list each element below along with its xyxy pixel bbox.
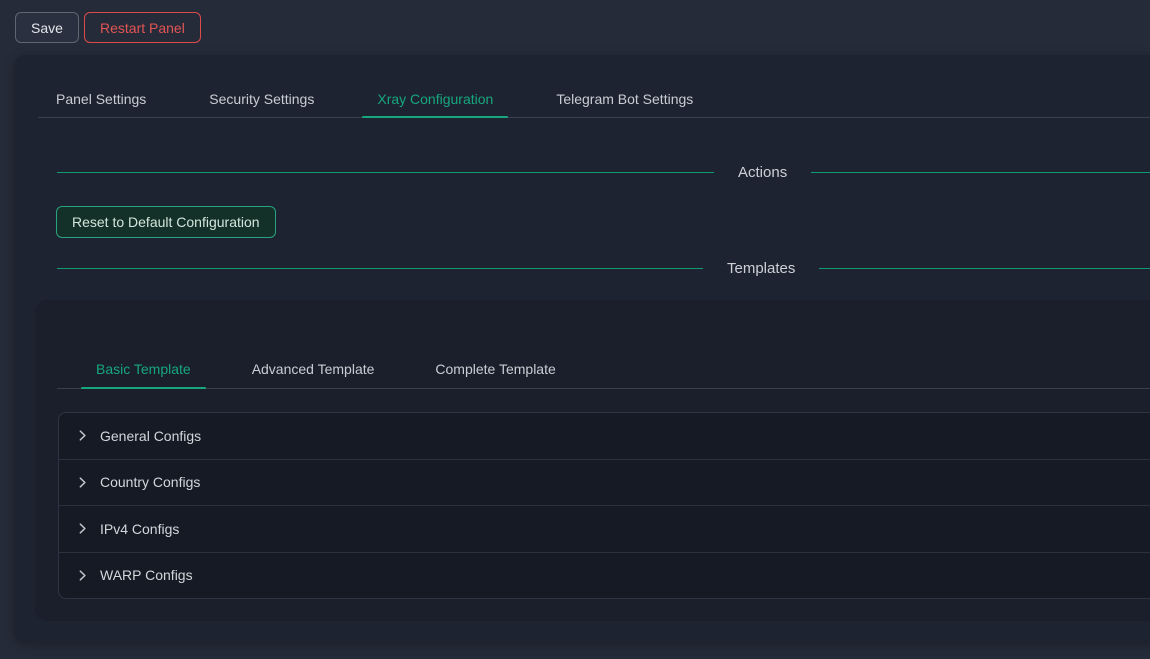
actions-section-divider: Actions (57, 160, 1150, 184)
chevron-right-icon (76, 569, 89, 582)
restart-panel-button[interactable]: Restart Panel (84, 12, 201, 43)
tab-advanced-template[interactable]: Advanced Template (237, 350, 390, 388)
divider-line (57, 172, 714, 173)
tab-basic-template[interactable]: Basic Template (81, 350, 206, 388)
collapse-header-general-configs[interactable]: General Configs (59, 413, 1150, 459)
chevron-right-icon (76, 476, 89, 489)
settings-tab-bar: Panel Settings Security Settings Xray Co… (38, 80, 1150, 118)
collapse-header-warp-configs[interactable]: WARP Configs (59, 552, 1150, 599)
collapse-header-label: Country Configs (100, 474, 200, 490)
tab-xray-configuration[interactable]: Xray Configuration (362, 80, 508, 117)
templates-section-title: Templates (703, 260, 819, 277)
collapse-header-ipv4-configs[interactable]: IPv4 Configs (59, 505, 1150, 552)
chevron-right-icon (76, 522, 89, 535)
save-button[interactable]: Save (15, 12, 79, 43)
tab-complete-template[interactable]: Complete Template (420, 350, 570, 388)
divider-line (819, 268, 1150, 269)
collapse-header-label: General Configs (100, 428, 201, 444)
tab-security-settings[interactable]: Security Settings (194, 80, 329, 117)
divider-line (811, 172, 1150, 173)
chevron-right-icon (76, 429, 89, 442)
tab-telegram-bot-settings[interactable]: Telegram Bot Settings (541, 80, 708, 117)
config-groups-collapse: General Configs Country Configs IPv4 Con… (58, 412, 1150, 599)
divider-line (57, 268, 703, 269)
collapse-header-label: WARP Configs (100, 567, 193, 583)
top-toolbar: Save Restart Panel (0, 0, 1150, 50)
templates-section-divider: Templates (57, 256, 1150, 280)
xray-configuration-page: Save Restart Panel Panel Settings Securi… (0, 0, 1150, 659)
actions-section-title: Actions (714, 164, 811, 181)
collapse-header-label: IPv4 Configs (100, 521, 179, 537)
collapse-header-country-configs[interactable]: Country Configs (59, 459, 1150, 506)
reset-to-default-configuration-button[interactable]: Reset to Default Configuration (56, 206, 276, 238)
tab-panel-settings[interactable]: Panel Settings (41, 80, 161, 117)
template-tab-bar: Basic Template Advanced Template Complet… (57, 350, 1150, 389)
